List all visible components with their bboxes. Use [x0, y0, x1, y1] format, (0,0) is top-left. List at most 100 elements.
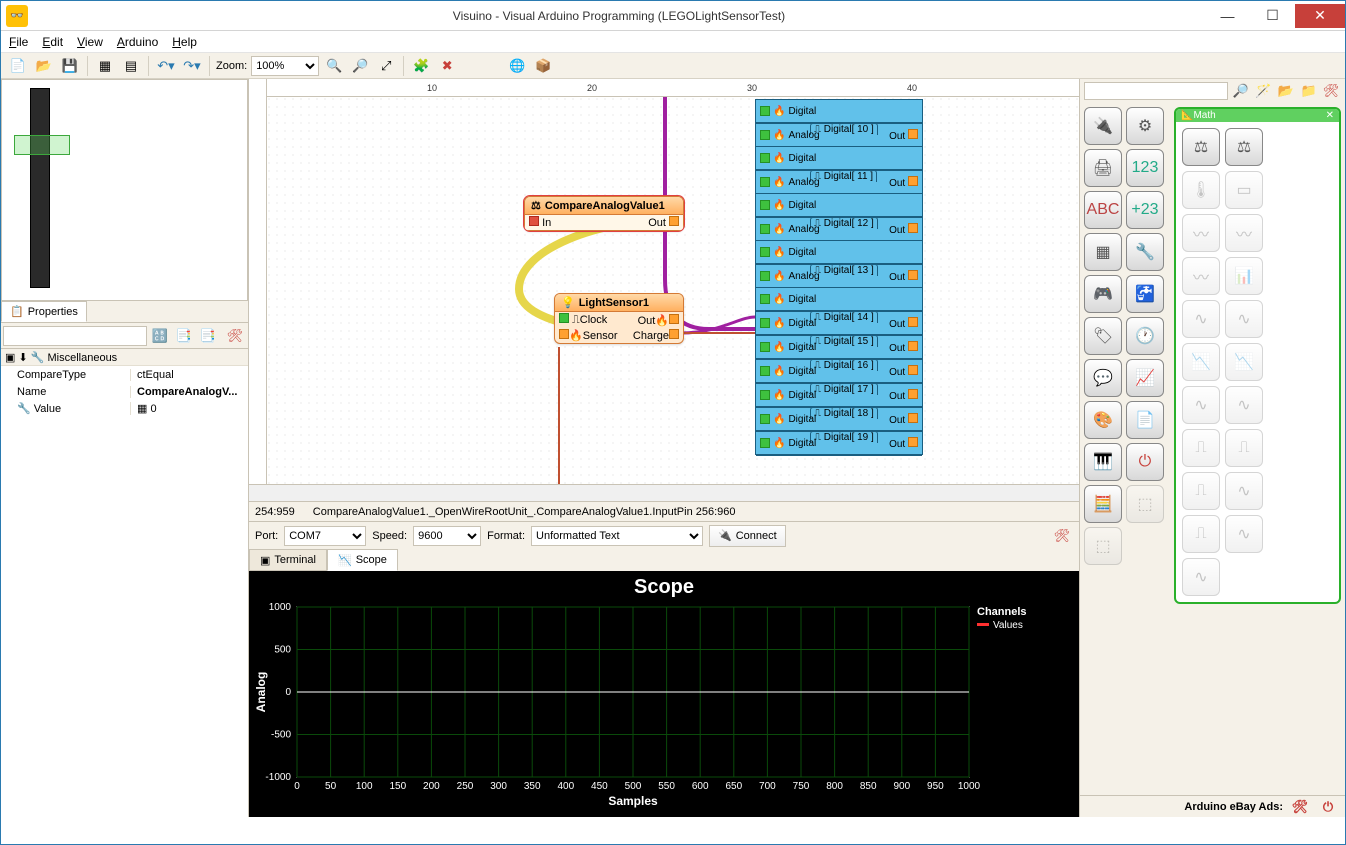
board-pin[interactable]: [760, 414, 770, 424]
port-out[interactable]: [669, 314, 679, 324]
pal-item-icon[interactable]: ⚖: [1225, 128, 1263, 166]
delete-icon[interactable]: ✖: [436, 55, 458, 77]
prop-tools-icon[interactable]: 🛠: [224, 325, 246, 347]
pal-cat-icon[interactable]: ⬚: [1084, 527, 1122, 565]
board-pin[interactable]: [760, 366, 770, 376]
connect-button[interactable]: 🔌Connect: [709, 525, 786, 547]
zoom-fit-icon[interactable]: ⤢: [375, 55, 397, 77]
maximize-button[interactable]: ☐: [1250, 3, 1295, 28]
board-pin[interactable]: [760, 318, 770, 328]
board-pin-out[interactable]: [908, 341, 918, 351]
port-in[interactable]: [529, 216, 539, 226]
board-pin-out[interactable]: [908, 129, 918, 139]
pal-cat-icon[interactable]: 🏷: [1084, 317, 1122, 355]
pal-item-icon[interactable]: ∿: [1182, 300, 1220, 338]
port-charge[interactable]: [669, 329, 679, 339]
board-pin[interactable]: [760, 106, 770, 116]
board-pin[interactable]: [760, 177, 770, 187]
minimize-button[interactable]: —: [1205, 3, 1250, 28]
grid-icon[interactable]: ▦: [94, 55, 116, 77]
pal-item-icon[interactable]: ∿: [1182, 558, 1220, 596]
scope-panel[interactable]: Scope05010015020025030035040045050055060…: [249, 571, 1079, 817]
pal-item-icon[interactable]: ▭: [1225, 171, 1263, 209]
upload-icon[interactable]: 🌐: [506, 55, 528, 77]
pal-item-icon[interactable]: ⚖: [1182, 128, 1220, 166]
board-pin[interactable]: [760, 224, 770, 234]
board-pin[interactable]: [760, 438, 770, 448]
pal-item-icon[interactable]: ⎍: [1182, 472, 1220, 510]
board-pin[interactable]: [760, 200, 770, 210]
board-pin[interactable]: [760, 271, 770, 281]
pal-cat-icon[interactable]: ⚙: [1126, 107, 1164, 145]
canvas-scrollbar[interactable]: [249, 484, 1079, 501]
pal-item-icon[interactable]: 📊: [1225, 257, 1263, 295]
search-icon[interactable]: 🔎: [1231, 80, 1251, 102]
pal-cat-icon[interactable]: 🕐: [1126, 317, 1164, 355]
tab-scope[interactable]: 📉Scope: [327, 549, 398, 571]
pal-cat-icon[interactable]: ▦: [1084, 233, 1122, 271]
design-canvas[interactable]: 10 20 30 40 ⚖CompareAnalogValue1 In Out: [249, 79, 1079, 484]
pal-item-icon[interactable]: 📉: [1225, 343, 1263, 381]
menu-view[interactable]: View: [77, 35, 103, 49]
prop-sort-icon[interactable]: 🔠: [149, 325, 171, 347]
board-pin[interactable]: [760, 153, 770, 163]
pal-item-icon[interactable]: 〰: [1225, 214, 1263, 252]
property-filter-input[interactable]: [3, 326, 147, 346]
pal-cat-icon[interactable]: 🖨: [1084, 149, 1122, 187]
zoom-in-icon[interactable]: 🔍: [323, 55, 345, 77]
menu-edit[interactable]: Edit: [42, 35, 63, 49]
pal-item-icon[interactable]: 〰: [1182, 214, 1220, 252]
menu-arduino[interactable]: Arduino: [117, 35, 158, 49]
tab-properties[interactable]: 📋 Properties: [1, 301, 87, 322]
pal-cat-icon[interactable]: 🎨: [1084, 401, 1122, 439]
pal-cat-icon[interactable]: 🔌: [1084, 107, 1122, 145]
close-button[interactable]: ✕: [1295, 4, 1345, 28]
board-pin[interactable]: [760, 294, 770, 304]
node-compare-analog[interactable]: ⚖CompareAnalogValue1 In Out: [524, 196, 684, 231]
prop-expand-icon[interactable]: 📑: [173, 325, 195, 347]
pal-cat-icon[interactable]: +23: [1126, 191, 1164, 229]
fold-icon[interactable]: 📁: [1299, 80, 1319, 102]
tab-terminal[interactable]: ▣Terminal: [249, 549, 327, 571]
redo-icon[interactable]: ↷▾: [181, 55, 203, 77]
board-pin[interactable]: [760, 342, 770, 352]
component-icon[interactable]: 🧩: [410, 55, 432, 77]
property-category[interactable]: ▣ ⬇ 🔧 Miscellaneous: [1, 349, 248, 366]
speed-select[interactable]: 9600: [413, 526, 481, 546]
port-out[interactable]: [669, 216, 679, 226]
board-pin[interactable]: [760, 130, 770, 140]
board-pin-out[interactable]: [908, 389, 918, 399]
pal-cat-icon[interactable]: ABC: [1084, 191, 1122, 229]
pal-item-icon[interactable]: ∿: [1225, 472, 1263, 510]
pal-cat-icon[interactable]: 🧮: [1084, 485, 1122, 523]
ads-tools-icon[interactable]: 🛠: [1289, 796, 1311, 818]
pal-cat-icon[interactable]: 123: [1126, 149, 1164, 187]
pal-cat-icon[interactable]: 📈: [1126, 359, 1164, 397]
pal-cat-icon[interactable]: ⬚: [1126, 485, 1164, 523]
port-clock[interactable]: [559, 313, 569, 323]
board-pin-out[interactable]: [908, 223, 918, 233]
ads-power-icon[interactable]: ⏻: [1317, 796, 1339, 818]
build-icon[interactable]: 📦: [532, 55, 554, 77]
pal-item-icon[interactable]: ⎍: [1182, 515, 1220, 553]
board-pin-out[interactable]: [908, 317, 918, 327]
pal-item-icon[interactable]: ∿: [1182, 386, 1220, 424]
open-icon[interactable]: 📂: [33, 55, 55, 77]
pal-item-icon[interactable]: 〰: [1182, 257, 1220, 295]
pal-cat-icon[interactable]: 🚰: [1126, 275, 1164, 313]
folder-icon[interactable]: 📂: [1276, 80, 1296, 102]
new-icon[interactable]: 📄: [7, 55, 29, 77]
group-close-icon[interactable]: ✕: [1326, 110, 1334, 121]
palette-search-input[interactable]: [1084, 82, 1228, 100]
pal-item-icon[interactable]: ∿: [1225, 515, 1263, 553]
pal-cat-icon[interactable]: 🎹: [1084, 443, 1122, 481]
port-select[interactable]: COM7: [284, 526, 366, 546]
pal-item-icon[interactable]: 📉: [1182, 343, 1220, 381]
wand-icon[interactable]: 🪄: [1254, 80, 1274, 102]
menu-help[interactable]: Help: [172, 35, 197, 49]
board-pin-out[interactable]: [908, 413, 918, 423]
serial-tools-icon[interactable]: 🛠: [1051, 525, 1073, 547]
pal-item-icon[interactable]: ⎍: [1225, 429, 1263, 467]
format-select[interactable]: Unformatted Text: [531, 526, 703, 546]
pal-cat-icon[interactable]: 💬: [1084, 359, 1122, 397]
